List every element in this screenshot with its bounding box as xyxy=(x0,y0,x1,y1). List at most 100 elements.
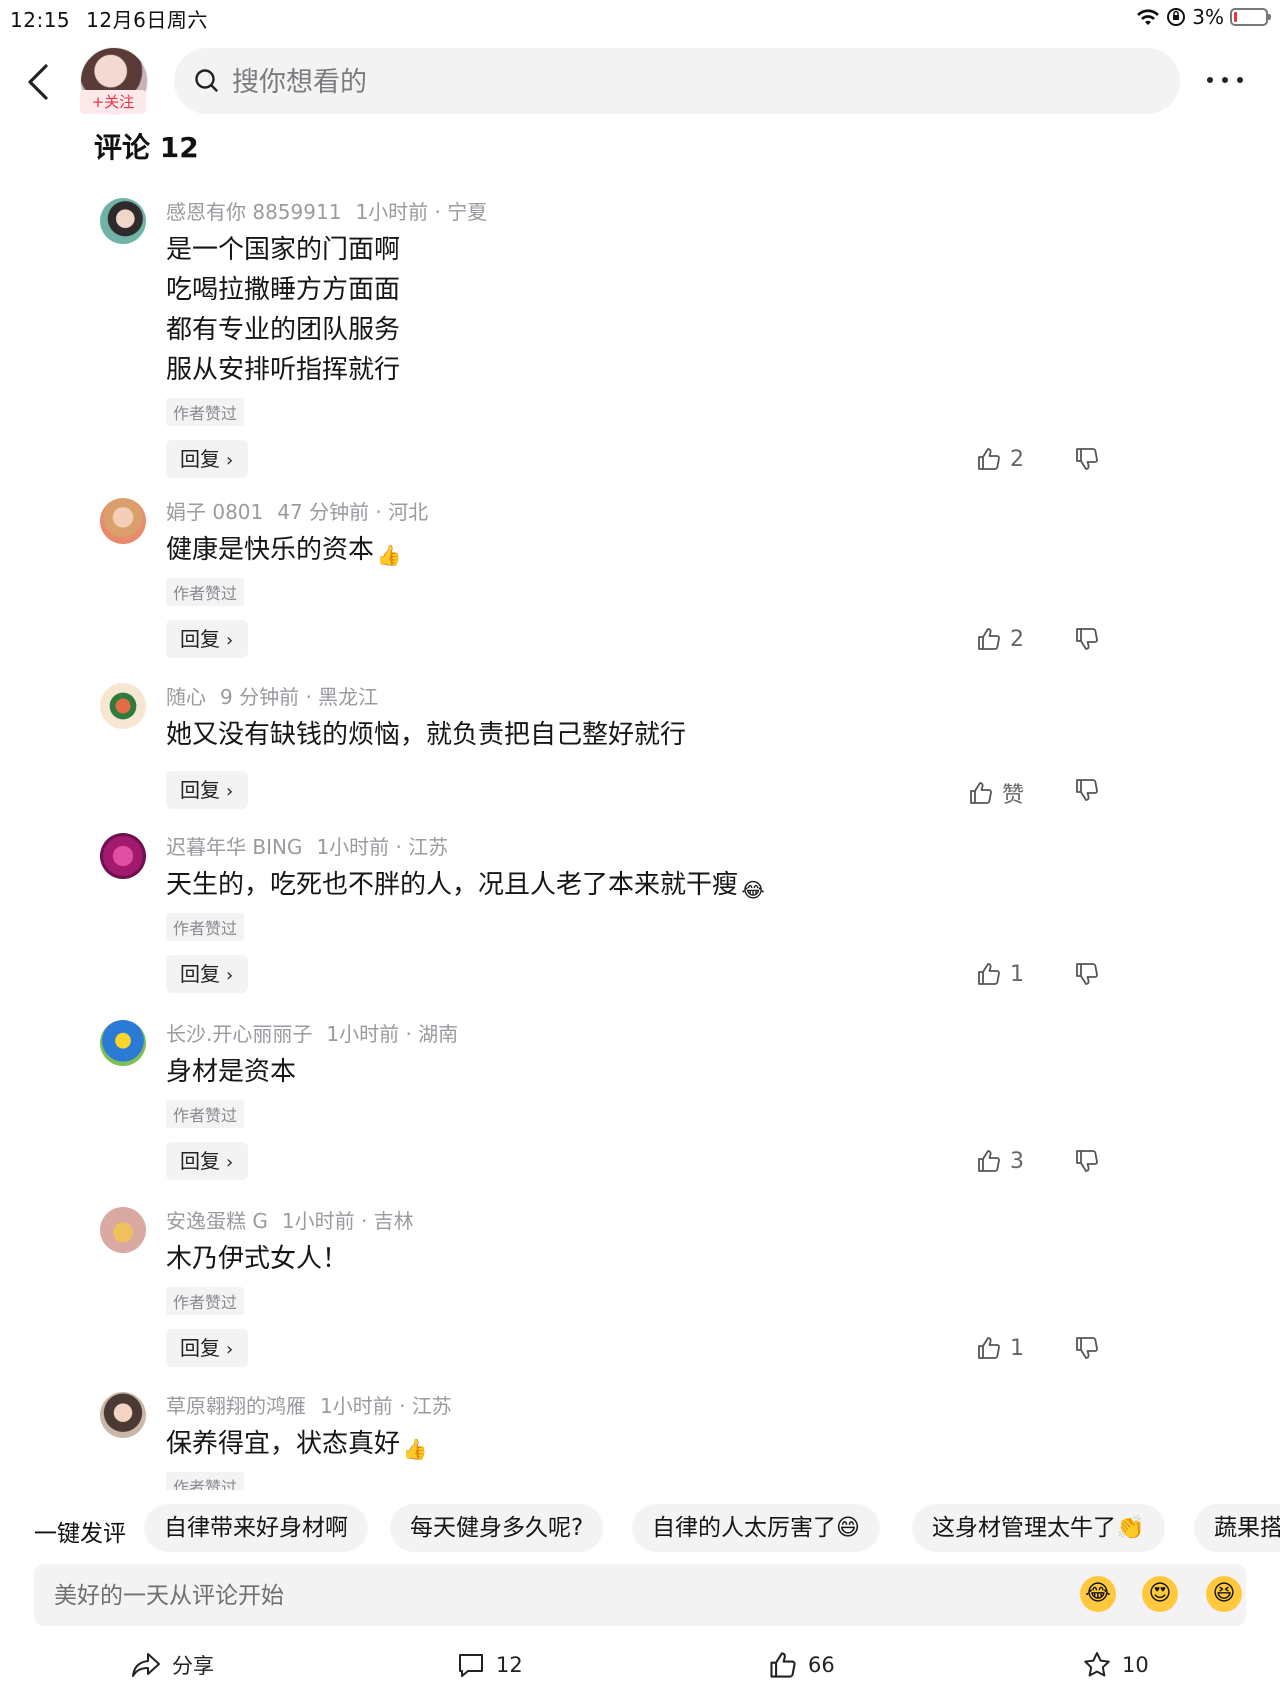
comment-text: 天生的，吃死也不胖的人，况且人老了本来就干瘦 😂 xyxy=(166,865,1200,905)
comment-item: 感恩有你 8859911 1小时前 · 宁夏 是一个国家的门面啊 吃喝拉撒睡方方面… xyxy=(0,180,1280,480)
like-button[interactable]: 1 xyxy=(976,1335,1024,1361)
reply-button[interactable]: 回复 › xyxy=(166,1329,248,1367)
bottom-action-bar: 分享 12 66 10 xyxy=(0,1640,1280,1700)
user-avatar[interactable] xyxy=(100,1207,146,1253)
status-date: 12月6日周六 xyxy=(86,8,208,32)
user-avatar[interactable] xyxy=(100,198,146,244)
like-button[interactable]: 1 xyxy=(976,961,1024,987)
quick-reply-chip[interactable]: 这身材管理太牛了👏 xyxy=(912,1504,1165,1552)
thumbs-up-emoji: 👍 xyxy=(376,543,402,567)
search-input[interactable] xyxy=(230,48,1134,116)
comment-item: 草原翱翔的鸿雁 1小时前 · 江苏 保养得宜，状态真好 👍 作者赞过 xyxy=(0,1374,1280,1490)
comment-username[interactable]: 感恩有你 8859911 xyxy=(166,200,341,224)
share-button[interactable]: 分享 xyxy=(130,1650,214,1680)
author-liked-tag: 作者赞过 xyxy=(166,913,245,941)
author-liked-tag: 作者赞过 xyxy=(166,398,245,426)
comment-location: 黑龙江 xyxy=(318,685,379,709)
thumbs-down-icon[interactable] xyxy=(1074,446,1100,472)
comment-username[interactable]: 草原翱翔的鸿雁 xyxy=(166,1394,306,1418)
user-avatar[interactable] xyxy=(100,1020,146,1066)
comment-location: 江苏 xyxy=(408,835,449,859)
author-liked-tag: 作者赞过 xyxy=(166,1287,245,1315)
comments-title: 评论 12 xyxy=(94,131,199,164)
comment-time: 1小时前 xyxy=(320,1394,393,1418)
grinning-emoji-icon[interactable]: 😆 xyxy=(1206,1576,1242,1612)
author-liked-tag: 作者赞过 xyxy=(166,1100,245,1128)
quick-reply-bar: 一键发评 自律带来好身材啊 每天健身多久呢? 自律的人太厉害了😄 这身材管理太牛… xyxy=(0,1500,1280,1558)
like-button[interactable]: 赞 xyxy=(968,777,1024,809)
comment-text: 她又没有缺钱的烦恼，就负责把自己整好就行 xyxy=(166,720,687,750)
like-button[interactable]: 2 xyxy=(976,446,1024,472)
comment-item: 娟子 0801 47 分钟前 · 河北 健康是快乐的资本 👍 作者赞过 回复 › 2 xyxy=(0,480,1280,665)
author-liked-tag: 作者赞过 xyxy=(166,578,245,606)
follow-button[interactable]: +关注 xyxy=(80,90,146,114)
like-count: 3 xyxy=(1010,1148,1024,1174)
search-bar[interactable] xyxy=(174,48,1180,116)
star-icon xyxy=(1084,1652,1110,1677)
top-nav: +关注 xyxy=(0,40,1280,124)
like-button[interactable]: 2 xyxy=(976,626,1024,652)
comment-list[interactable]: 感恩有你 8859911 1小时前 · 宁夏 是一个国家的门面啊 吃喝拉撒睡方方面… xyxy=(0,180,1280,1490)
like-button[interactable]: 3 xyxy=(976,1148,1024,1174)
quick-reply-chip[interactable]: 蔬果搭 xyxy=(1194,1504,1280,1552)
chevron-right-icon: › xyxy=(226,781,234,802)
thumbs-down-icon[interactable] xyxy=(1074,777,1100,803)
search-icon xyxy=(195,69,218,92)
comment-time: 9 分钟前 xyxy=(220,685,300,709)
comment-icon xyxy=(459,1654,483,1677)
comment-item: 长沙.开心丽丽子 1小时前 · 湖南 身材是资本 作者赞过 回复 › 3 xyxy=(0,1002,1280,1189)
thumbs-down-icon[interactable] xyxy=(1074,626,1100,652)
comment-username[interactable]: 随心 xyxy=(166,685,206,709)
comment-location: 江苏 xyxy=(411,1394,452,1418)
orientation-lock-icon xyxy=(1167,8,1186,26)
user-avatar[interactable] xyxy=(100,1392,146,1438)
like-count: 1 xyxy=(1010,961,1024,987)
chevron-right-icon: › xyxy=(226,965,234,986)
like-post-button[interactable]: 66 xyxy=(768,1650,835,1680)
thumbs-down-icon[interactable] xyxy=(1074,1335,1100,1361)
quick-reply-chip[interactable]: 自律的人太厉害了😄 xyxy=(632,1504,880,1552)
thumbs-up-icon xyxy=(978,628,1000,650)
comment-input-bar[interactable]: 😂 😍 😆 xyxy=(34,1564,1246,1628)
favorite-button[interactable]: 10 xyxy=(1082,1650,1149,1680)
battery-icon xyxy=(1230,8,1271,26)
user-avatar[interactable] xyxy=(100,498,146,544)
comment-item: 随心 9 分钟前 · 黑龙江 她又没有缺钱的烦恼，就负责把自己整好就行 回复 › 赞 xyxy=(0,665,1280,815)
comment-text: 木乃伊式女人！ xyxy=(166,1244,349,1274)
comment-time: 47 分钟前 xyxy=(277,500,370,524)
chevron-right-icon: › xyxy=(226,450,234,471)
reply-button[interactable]: 回复 › xyxy=(166,620,248,658)
comment-time: 1小时前 xyxy=(316,835,390,859)
quick-reply-chip[interactable]: 自律带来好身材啊 xyxy=(144,1504,368,1552)
comment-text: 健康是快乐的资本 👍 xyxy=(166,530,1200,570)
comment-button[interactable]: 12 xyxy=(456,1650,523,1680)
comment-username[interactable]: 安逸蛋糕 G xyxy=(166,1209,268,1233)
wifi-icon xyxy=(1137,9,1160,25)
thumbs-up-icon xyxy=(978,1150,1000,1172)
chevron-right-icon: › xyxy=(226,1339,234,1360)
like-count: 赞 xyxy=(1001,783,1024,808)
quick-reply-label: 一键发评 xyxy=(34,1521,126,1547)
reply-button[interactable]: 回复 › xyxy=(166,1142,248,1180)
user-avatar[interactable] xyxy=(100,683,146,729)
thumbs-up-emoji: 👍 xyxy=(402,1437,428,1461)
heart-eyes-emoji-icon[interactable]: 😍 xyxy=(1142,1576,1178,1612)
reply-button[interactable]: 回复 › xyxy=(166,955,248,993)
comment-location: 宁夏 xyxy=(447,200,488,224)
thumbs-down-icon[interactable] xyxy=(1074,961,1100,987)
more-icon[interactable] xyxy=(1200,60,1250,100)
reply-button[interactable]: 回复 › xyxy=(166,440,248,478)
comment-username[interactable]: 迟暮年华 BING xyxy=(166,835,302,859)
thumbs-up-icon xyxy=(770,1652,796,1678)
comment-item: 安逸蛋糕 G 1小时前 · 吉林 木乃伊式女人！ 作者赞过 回复 › 1 xyxy=(0,1189,1280,1374)
comment-text: 身材是资本 xyxy=(166,1057,297,1087)
thumbs-down-icon[interactable] xyxy=(1074,1148,1100,1174)
reply-button[interactable]: 回复 › xyxy=(166,771,248,809)
user-avatar[interactable] xyxy=(100,833,146,879)
laughing-emoji-icon[interactable]: 😂 xyxy=(1080,1576,1116,1612)
comment-input[interactable] xyxy=(52,1564,856,1628)
comment-username[interactable]: 长沙.开心丽丽子 xyxy=(166,1022,312,1046)
quick-reply-chip[interactable]: 每天健身多久呢? xyxy=(390,1504,604,1552)
comment-username[interactable]: 娟子 0801 xyxy=(166,500,263,524)
back-icon[interactable] xyxy=(20,58,60,106)
